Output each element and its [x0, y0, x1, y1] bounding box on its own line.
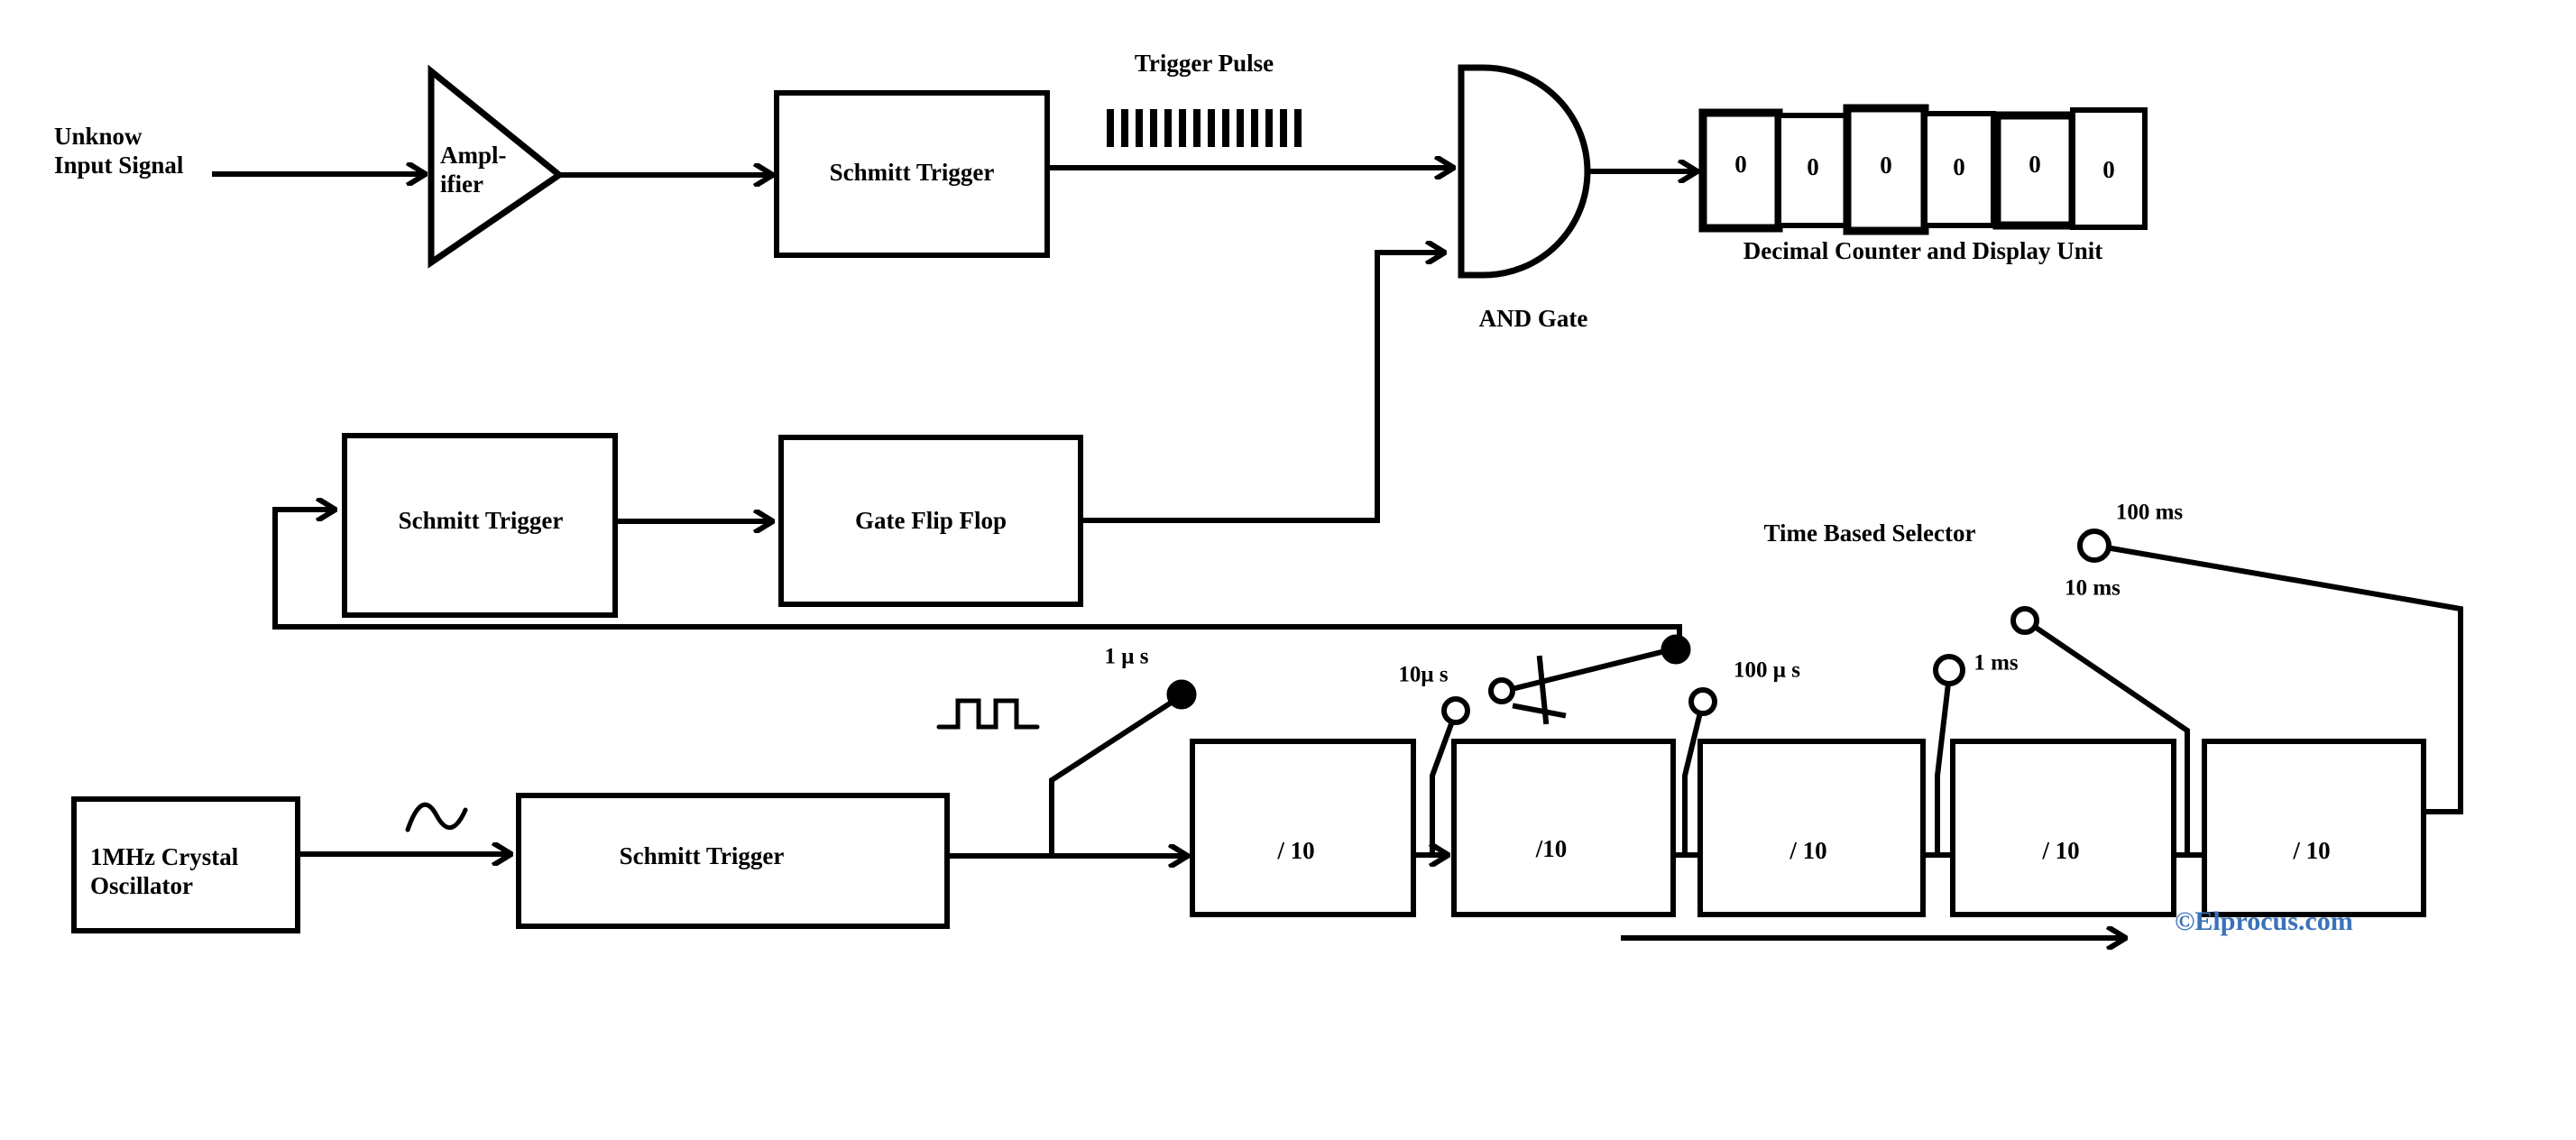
counter-digit: 0 — [1734, 151, 1747, 179]
counter-digit: 0 — [1880, 152, 1892, 179]
selector-terminal-1us[interactable] — [1166, 679, 1197, 710]
and-gate-icon — [1458, 64, 1591, 279]
selector-tap-label-10ms: 10 ms — [2065, 575, 2121, 601]
divider-label-3: / 10 — [1789, 837, 1827, 865]
divider-block-3 — [1697, 739, 1926, 917]
decimal-counter-display-unit — [1698, 104, 2148, 235]
divider-label-1: / 10 — [1277, 837, 1315, 865]
divider-block-4 — [1950, 739, 2176, 917]
selector-terminal-100us[interactable] — [1688, 687, 1717, 716]
crystal-oscillator-label: 1MHz Crystal Oscillator — [90, 843, 238, 901]
divider-label-5: / 10 — [2293, 837, 2331, 865]
input-signal-label: Unknow Input Signal — [54, 123, 183, 180]
rotary-switch-icon[interactable] — [1488, 634, 1691, 725]
wire-div2-to-div3 — [1670, 709, 1704, 858]
input-signal-line1: Unknow — [54, 123, 143, 150]
frequency-counter-diagram: Unknow Input Signal Ampl- ifier Schmitt … — [0, 0, 2576, 1140]
divider-block-5 — [2202, 739, 2426, 917]
gate-flip-flop-label: Gate Flip Flop — [855, 507, 1007, 535]
selector-tap-label-10us: 10μ s — [1398, 662, 1449, 687]
wire-feedback-to-schmitt-mid — [272, 510, 334, 630]
watermark-elprocus: ©Elprocus.com — [2175, 906, 2353, 936]
input-signal-line2: Input Signal — [54, 151, 184, 179]
and-gate-label: AND Gate — [1478, 305, 1588, 333]
oscillator-line1: 1MHz Crystal — [90, 843, 239, 870]
amplifier-line2: ifier — [440, 170, 483, 198]
counter-caption-label: Decimal Counter and Display Unit — [1743, 237, 2103, 265]
schmitt-trigger-mid-label: Schmitt Trigger — [398, 507, 564, 535]
oscillator-line2: Oscillator — [90, 871, 193, 899]
selector-terminal-100ms[interactable] — [2077, 529, 2111, 563]
selector-tap-label-100ms: 100 ms — [2115, 500, 2184, 525]
divider-block-1 — [1190, 739, 1416, 917]
time-based-selector-label: Time Based Selector — [1763, 519, 1976, 547]
diagram-canvas — [71, 64, 2463, 1140]
trigger-pulse-label: Trigger Pulse — [1134, 50, 1274, 78]
square-wave-icon — [936, 698, 1040, 730]
counter-digit: 0 — [2102, 156, 2115, 184]
schmitt-trigger-bottom-label: Schmitt Trigger — [619, 842, 785, 870]
counter-digit: 0 — [2029, 151, 2041, 179]
counter-digit: 0 — [1807, 153, 1819, 181]
pulse-train-icon — [1107, 109, 1302, 147]
sine-wave-icon — [405, 802, 468, 832]
divider-label-4: / 10 — [2042, 837, 2080, 865]
selector-terminal-10us[interactable] — [1441, 696, 1470, 725]
divider-label-2: /10 — [1535, 835, 1568, 863]
counter-digit: 0 — [1953, 153, 1965, 181]
amplifier-line1: Ampl- — [440, 142, 507, 169]
schmitt-trigger-top-label: Schmitt Trigger — [829, 159, 995, 187]
selector-terminal-1ms[interactable] — [1933, 654, 1965, 686]
wire-gate-ff-to-and-gate — [1078, 253, 1443, 523]
selector-tap-label-1us: 1 μ s — [1104, 644, 1149, 669]
selector-terminal-10ms[interactable] — [2010, 606, 2039, 635]
divider-block-2 — [1451, 739, 1676, 917]
selector-tap-label-100us: 100 μ s — [1734, 657, 1800, 683]
amplifier-label: Ampl- ifier — [440, 142, 507, 199]
wire-div1-to-div2 — [1411, 718, 1456, 855]
wire-div3-to-div4 — [1920, 680, 1955, 858]
wire-selector-feedback-bus — [272, 624, 1682, 650]
selector-tap-label-1ms: 1 ms — [1973, 650, 2019, 676]
